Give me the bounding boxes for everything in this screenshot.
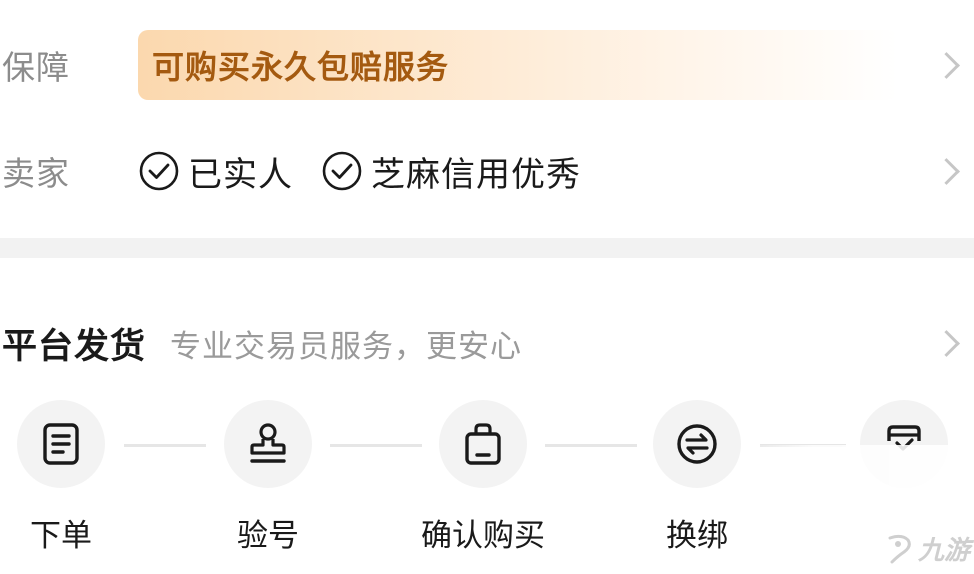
platform-delivery-title: 平台发货 [2,326,147,367]
watermark-text: 九游 [918,536,971,566]
guarantee-service-banner[interactable]: 可购买永久包赔服务 [138,30,898,100]
seller-label: 卖家 [2,154,70,193]
step-icon-circle [224,400,312,488]
section-divider [0,238,974,258]
chevron-right-icon[interactable] [933,157,960,185]
step-label: 确认购买 [421,518,545,554]
guarantee-row[interactable]: 保障 可购买永久包赔服务 [0,30,974,100]
step-icon-circle [439,400,527,488]
swap-arrows-icon [677,424,717,464]
guarantee-label: 保障 [2,48,70,87]
step-order: 下单 [0,400,151,555]
guarantee-service-text: 可购买永久包赔服务 [152,48,450,86]
product-detail-page: 保障 可购买永久包赔服务 卖家 已实人 芝麻信用优秀 平台发货 专业交易员服务，… [0,0,974,574]
stamp-icon [250,423,286,463]
platform-delivery-subtitle: 专业交易员服务，更安心 [170,328,523,365]
step-verify: 验号 [178,400,358,555]
step-label: 换绑 [666,518,728,554]
seller-badges: 已实人 芝麻信用优秀 [138,138,609,204]
check-circle-icon [139,151,179,191]
nine-game-logo-icon [888,534,911,563]
chevron-right-icon[interactable] [933,329,960,357]
shopping-bag-icon [465,423,501,465]
chevron-right-icon[interactable] [933,51,960,79]
platform-delivery-header[interactable]: 平台发货 专业交易员服务，更安心 [0,315,974,371]
seller-row[interactable]: 卖家 已实人 芝麻信用优秀 [0,138,974,204]
check-circle-icon [322,151,362,191]
step-icon-circle [653,400,741,488]
seller-badge-credit: 芝麻信用优秀 [321,147,581,196]
step-label: 验号 [237,518,299,554]
step-icon-circle [17,400,105,488]
watermark: 九游 [882,530,970,567]
seller-badge-text: 已实人 [188,154,293,195]
order-document-icon [43,423,79,465]
seller-badge-text: 芝麻信用优秀 [371,154,581,195]
step-label: 下单 [30,518,92,554]
seller-badge-verified: 已实人 [138,147,293,196]
step-confirm-purchase: 确认购买 [393,400,573,555]
